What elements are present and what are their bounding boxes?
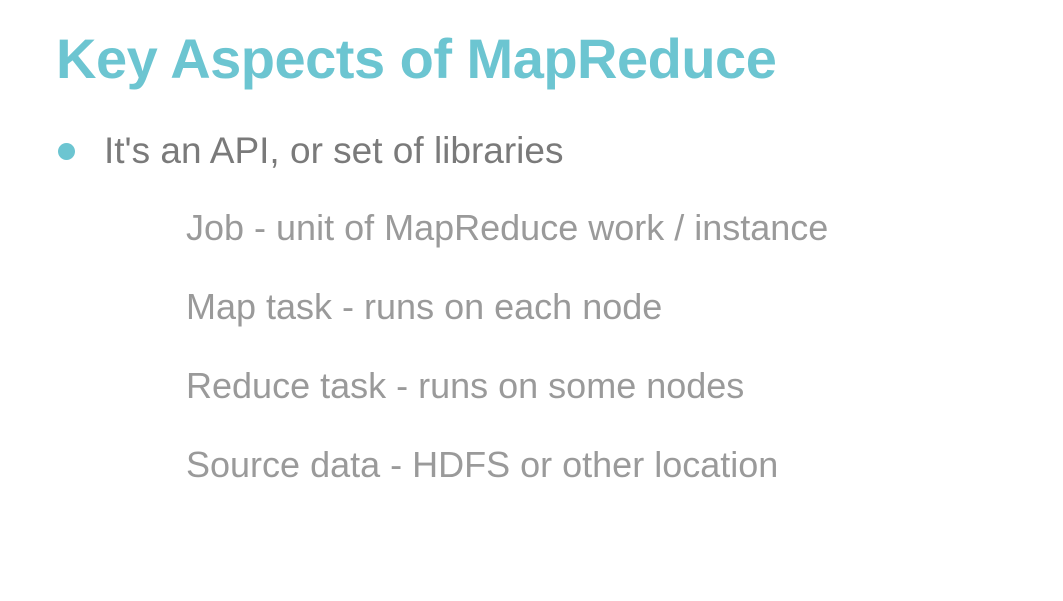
slide-title: Key Aspects of MapReduce: [56, 27, 777, 90]
slide: Key Aspects of MapReduce It's an API, or…: [0, 0, 1063, 601]
sub-item-job: Job - unit of MapReduce work / instance: [186, 207, 829, 248]
sub-item-map-task: Map task - runs on each node: [186, 286, 663, 327]
bullet-text: It's an API, or set of libraries: [104, 130, 564, 171]
bullet-item: It's an API, or set of libraries: [58, 126, 563, 176]
sub-item-reduce-task: Reduce task - runs on some nodes: [186, 365, 745, 406]
sub-item-source-data: Source data - HDFS or other location: [186, 444, 779, 485]
bullet-dot-icon: [58, 142, 75, 160]
